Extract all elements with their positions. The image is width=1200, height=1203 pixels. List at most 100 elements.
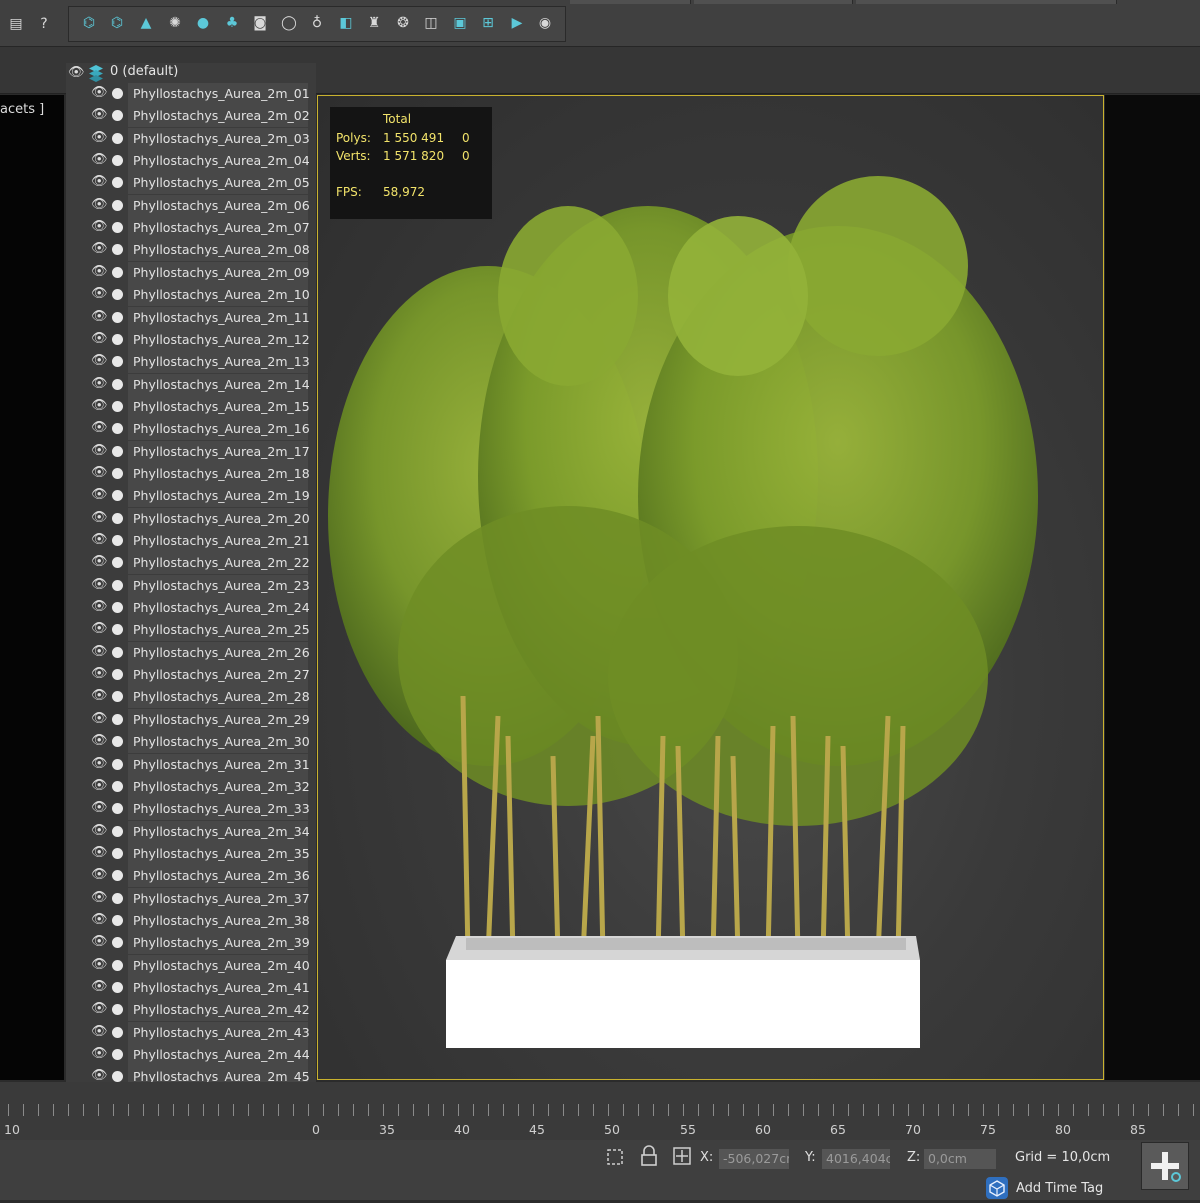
eye-icon[interactable]: 👁	[91, 398, 108, 413]
layer-name[interactable]: Phyllostachys_Aurea_2m_12	[128, 328, 310, 351]
layer-row[interactable]: 👁 Phyllostachys_Aurea_2m_26	[66, 641, 316, 664]
render-toggle-icon[interactable]	[112, 490, 123, 502]
layer-name[interactable]: Phyllostachys_Aurea_2m_26	[128, 641, 310, 664]
layer-row[interactable]: 👁 Phyllostachys_Aurea_2m_15	[66, 395, 316, 418]
layer-name[interactable]: Phyllostachys_Aurea_2m_28	[128, 686, 310, 709]
render-toggle-icon[interactable]	[112, 646, 123, 658]
layer-row[interactable]: 👁 Phyllostachys_Aurea_2m_37	[66, 887, 316, 910]
layer-name[interactable]: Phyllostachys_Aurea_2m_05	[128, 172, 310, 195]
right-viewport[interactable]	[1105, 95, 1200, 1080]
eye-icon[interactable]: 👁	[91, 86, 108, 100]
layer-row[interactable]: 👁 Phyllostachys_Aurea_2m_13	[66, 351, 316, 374]
layer-row[interactable]: 👁 Phyllostachys_Aurea_2m_18	[66, 462, 316, 485]
layer-name[interactable]: Phyllostachys_Aurea_2m_04	[128, 150, 310, 173]
layer-row[interactable]: 👁 Phyllostachys_Aurea_2m_41	[66, 977, 316, 999]
sphere-light-icon[interactable]: ◯	[279, 13, 299, 33]
eye-icon[interactable]: 👁	[91, 711, 108, 726]
layer-row[interactable]: 👁 Phyllostachys_Aurea_2m_36	[66, 865, 316, 888]
layer-name[interactable]: Phyllostachys_Aurea_2m_22	[128, 552, 310, 575]
render-toggle-icon[interactable]	[112, 691, 123, 703]
eye-icon[interactable]: 👁	[91, 108, 108, 122]
layer-name[interactable]: Phyllostachys_Aurea_2m_32	[128, 775, 310, 798]
render-toggle-icon[interactable]	[112, 937, 123, 949]
render-toggle-icon[interactable]	[112, 624, 123, 636]
render-toggle-icon[interactable]	[112, 780, 123, 792]
eye-icon[interactable]: 👁	[91, 287, 108, 301]
render-toggle-icon[interactable]	[112, 1049, 123, 1061]
layer-name[interactable]: Phyllostachys_Aurea_2m_03	[128, 127, 310, 150]
layer-row[interactable]: 👁 Phyllostachys_Aurea_2m_16	[66, 418, 316, 441]
layer-name[interactable]: Phyllostachys_Aurea_2m_10	[128, 284, 310, 307]
vr-icon[interactable]: ◉	[535, 13, 555, 33]
layer-row[interactable]: 👁 Phyllostachys_Aurea_2m_43	[66, 1021, 316, 1044]
layer-row[interactable]: 👁 Phyllostachys_Aurea_2m_31	[66, 753, 316, 776]
layer-row[interactable]: 👁 Phyllostachys_Aurea_2m_28	[66, 686, 316, 709]
eye-icon[interactable]: 👁	[91, 778, 108, 793]
render-toggle-icon[interactable]	[112, 88, 123, 99]
layer-row[interactable]: 👁 Phyllostachys_Aurea_2m_19	[66, 485, 316, 508]
eye-icon[interactable]: 👁	[91, 1024, 108, 1039]
eye-icon[interactable]: 👁	[91, 376, 108, 391]
layer-name[interactable]: Phyllostachys_Aurea_2m_25	[128, 619, 310, 642]
eye-icon[interactable]: 👁	[91, 912, 108, 927]
render-toggle-icon[interactable]	[112, 959, 123, 971]
layer-row[interactable]: 👁 Phyllostachys_Aurea_2m_42	[66, 999, 316, 1022]
z-coord-field[interactable]: 0,0cm	[924, 1149, 996, 1169]
render-toggle-icon[interactable]	[112, 244, 123, 256]
ies-light-icon[interactable]: ♣	[222, 13, 242, 33]
set-key-button[interactable]	[1141, 1142, 1189, 1190]
layer-name[interactable]: Phyllostachys_Aurea_2m_18	[128, 462, 310, 485]
render-toggle-icon[interactable]	[112, 132, 123, 144]
render-toggle-icon[interactable]	[112, 982, 123, 993]
layer-row[interactable]: 👁 Phyllostachys_Aurea_2m_20	[66, 507, 316, 530]
layer-name[interactable]: Phyllostachys_Aurea_2m_31	[128, 753, 310, 776]
eye-icon[interactable]: 👁	[91, 242, 108, 256]
layer-name[interactable]: Phyllostachys_Aurea_2m_13	[128, 351, 310, 374]
layer-name[interactable]: Phyllostachys_Aurea_2m_29	[128, 708, 310, 731]
layer-name[interactable]: Phyllostachys_Aurea_2m_14	[128, 373, 310, 396]
y-coord-field[interactable]: 4016,404cm	[822, 1149, 890, 1169]
render-toggle-icon[interactable]	[112, 199, 123, 211]
left-viewport-label[interactable]: acets ]	[0, 102, 44, 117]
layer-name[interactable]: Phyllostachys_Aurea_2m_30	[128, 731, 310, 754]
render-toggle-icon[interactable]	[112, 557, 123, 569]
render-toggle-icon[interactable]	[112, 400, 123, 412]
layer-row[interactable]: 👁 Phyllostachys_Aurea_2m_06	[66, 194, 316, 217]
eye-icon[interactable]: 👁	[91, 555, 108, 569]
layer-name[interactable]: Phyllostachys_Aurea_2m_15	[128, 395, 310, 418]
layer-row[interactable]: 👁 Phyllostachys_Aurea_2m_11	[66, 306, 316, 329]
layer-row[interactable]: 👁 Phyllostachys_Aurea_2m_14	[66, 373, 316, 396]
layer-name[interactable]: Phyllostachys_Aurea_2m_37	[128, 887, 310, 910]
layer-row[interactable]: 👁 Phyllostachys_Aurea_2m_44	[66, 1044, 316, 1067]
eye-icon[interactable]: 👁	[91, 175, 108, 189]
eye-icon[interactable]: 👁	[91, 868, 108, 882]
render-toggle-icon[interactable]	[112, 602, 123, 614]
eye-icon[interactable]: 👁	[91, 1047, 108, 1061]
layer-name[interactable]: Phyllostachys_Aurea_2m_07	[128, 217, 310, 240]
eye-icon[interactable]: 👁	[91, 577, 108, 592]
eye-icon[interactable]: 👁	[91, 890, 108, 905]
layer-row[interactable]: 👁 Phyllostachys_Aurea_2m_24	[66, 597, 316, 620]
layer-name[interactable]: Phyllostachys_Aurea_2m_42	[128, 999, 310, 1022]
render-toggle-icon[interactable]	[112, 467, 123, 479]
eye-icon[interactable]: 👁	[91, 309, 108, 324]
time-tag-icon[interactable]	[986, 1177, 1008, 1199]
eye-icon[interactable]: 👁	[91, 465, 108, 480]
layer-name[interactable]: Phyllostachys_Aurea_2m_36	[128, 865, 310, 888]
layer-row[interactable]: 👁 Phyllostachys_Aurea_2m_09	[66, 261, 316, 284]
render-toggle-icon[interactable]	[112, 1004, 123, 1016]
layer-name[interactable]: Phyllostachys_Aurea_2m_27	[128, 664, 310, 687]
render-toggle-icon[interactable]	[112, 512, 123, 524]
layer-row[interactable]: 👁 Phyllostachys_Aurea_2m_17	[66, 440, 316, 463]
render-toggle-icon[interactable]	[112, 870, 123, 882]
layer-row[interactable]: 👁 Phyllostachys_Aurea_2m_23	[66, 574, 316, 597]
layer-name[interactable]: Phyllostachys_Aurea_2m_43	[128, 1021, 310, 1044]
camera-target-icon[interactable]: ⌬	[107, 13, 127, 33]
render-toggle-icon[interactable]	[112, 445, 123, 457]
sun-icon[interactable]: ✺	[165, 13, 185, 33]
eye-icon[interactable]: 👁	[91, 488, 108, 502]
eye-icon[interactable]: 👁	[91, 130, 108, 145]
render-toggle-icon[interactable]	[112, 266, 123, 278]
plane-icon[interactable]: ◫	[421, 13, 441, 33]
layer-name[interactable]: Phyllostachys_Aurea_2m_21	[128, 530, 310, 552]
